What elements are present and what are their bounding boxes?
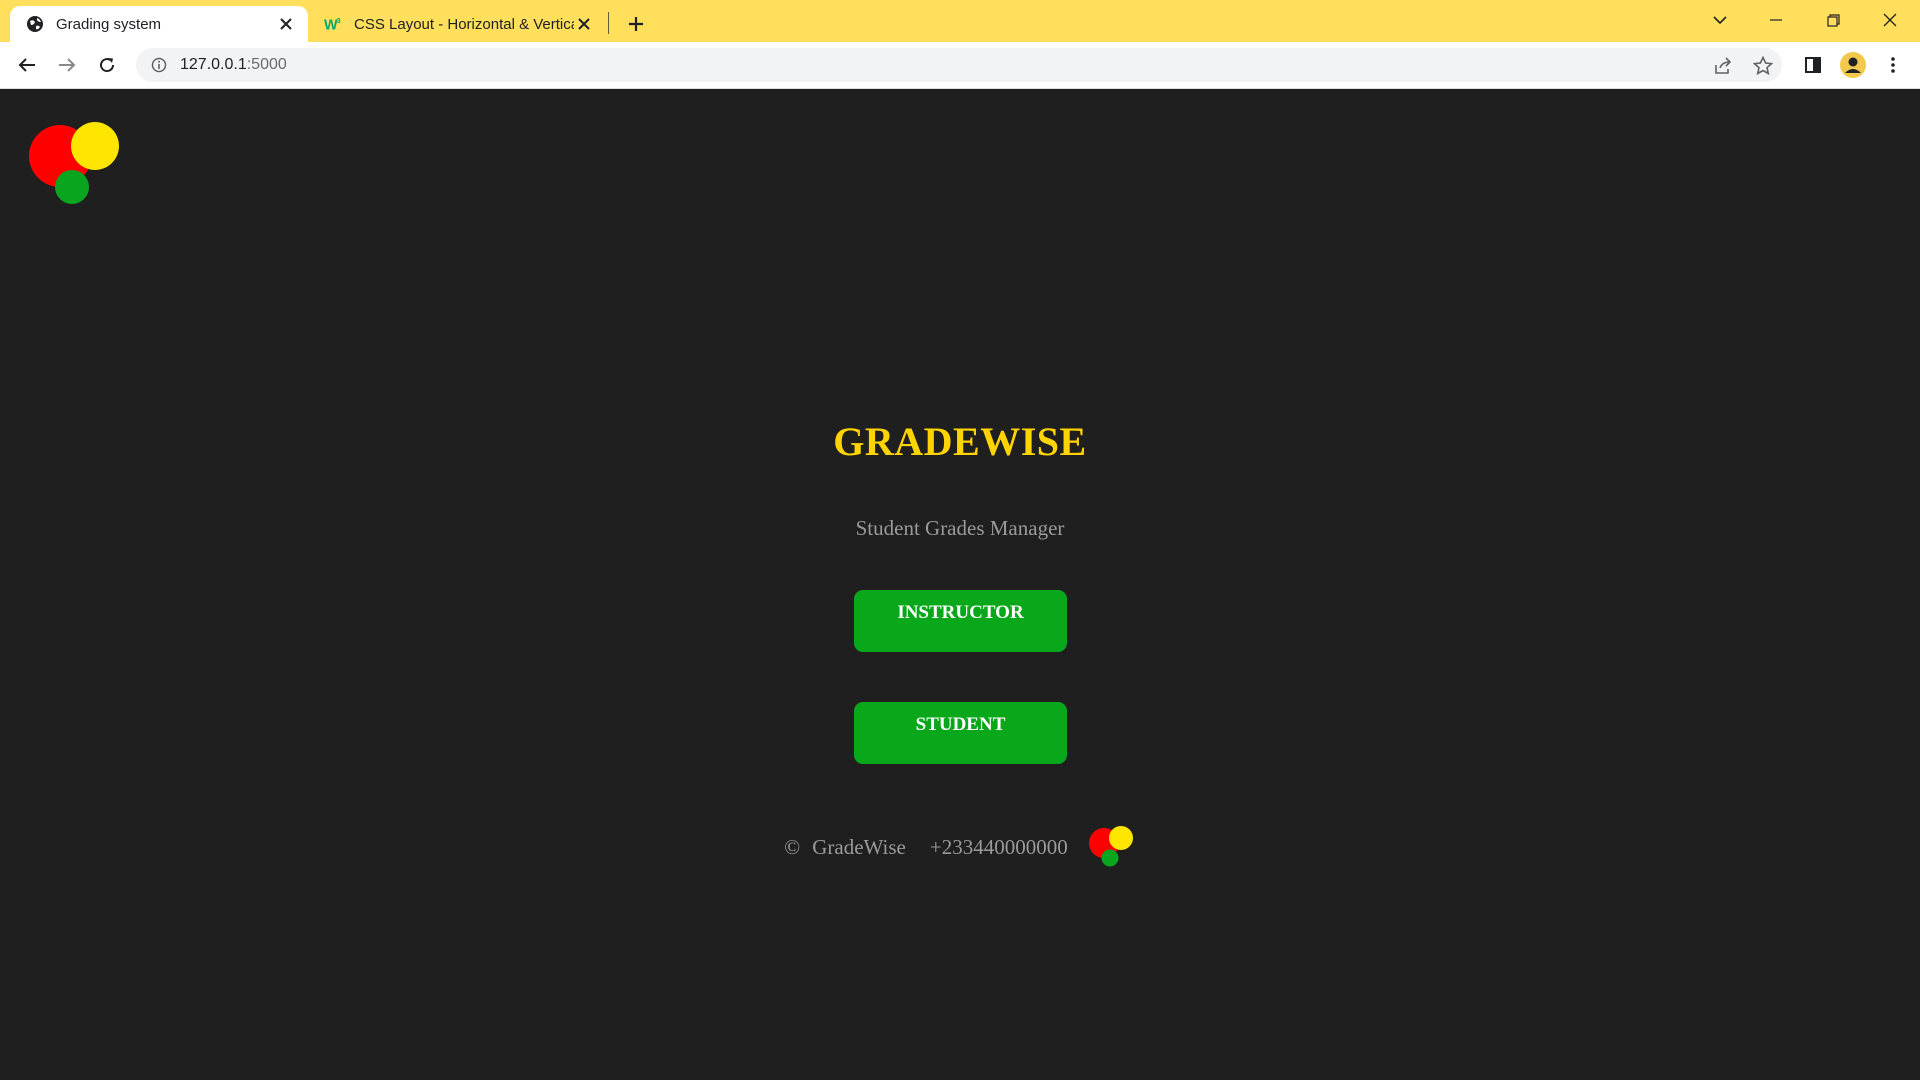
- new-tab-button[interactable]: [622, 10, 650, 38]
- tab-css-layout[interactable]: W 3 CSS Layout - Horizontal & Vertical A…: [318, 6, 604, 42]
- url-text[interactable]: 127.0.0.1:5000: [180, 56, 287, 74]
- tab-divider: [608, 12, 609, 34]
- profile-avatar-icon[interactable]: [1838, 50, 1868, 80]
- tab-grading-system[interactable]: Grading system: [10, 6, 308, 42]
- page-title: GRADEWISE: [833, 419, 1087, 464]
- minimize-icon[interactable]: [1756, 6, 1796, 34]
- tab-search-icon[interactable]: [1700, 6, 1740, 34]
- url-port: :5000: [246, 56, 287, 73]
- back-icon[interactable]: [12, 50, 42, 80]
- address-bar[interactable]: 127.0.0.1:5000: [136, 48, 1782, 82]
- site-info-icon[interactable]: [150, 56, 168, 74]
- bookmark-star-icon[interactable]: [1752, 55, 1774, 77]
- page-subtitle: Student Grades Manager: [855, 516, 1065, 540]
- url-host: 127.0.0.1: [180, 56, 247, 73]
- tab-title: CSS Layout - Horizontal & Vertical Align: [354, 15, 574, 33]
- footer-logo: [1088, 826, 1136, 868]
- browser-toolbar: 127.0.0.1:5000: [0, 42, 1920, 89]
- w3schools-icon: W 3: [324, 15, 342, 33]
- share-icon[interactable]: [1712, 55, 1734, 77]
- footer-brand: GradeWise: [812, 834, 906, 859]
- copyright-symbol: ©: [784, 834, 801, 859]
- tab-strip: Grading system W 3 CSS Layout - Horizont…: [0, 0, 1920, 42]
- restore-icon[interactable]: [1813, 6, 1853, 34]
- student-button[interactable]: STUDENT: [854, 702, 1067, 764]
- side-panel-icon[interactable]: [1798, 50, 1828, 80]
- reload-icon[interactable]: [92, 50, 122, 80]
- menu-dots-icon[interactable]: [1878, 50, 1908, 80]
- close-tab-icon[interactable]: [276, 14, 296, 34]
- forward-icon[interactable]: [52, 50, 82, 80]
- instructor-button[interactable]: INSTRUCTOR: [854, 590, 1067, 652]
- gradewise-logo: [28, 122, 123, 206]
- footer: © GradeWise +233440000000: [0, 826, 1920, 868]
- svg-text:3: 3: [337, 16, 341, 25]
- footer-phone: +233440000000: [929, 834, 1068, 859]
- tab-title: Grading system: [56, 15, 162, 33]
- close-window-icon[interactable]: [1870, 6, 1910, 34]
- globe-icon: [26, 15, 44, 33]
- close-tab-icon[interactable]: [574, 14, 594, 34]
